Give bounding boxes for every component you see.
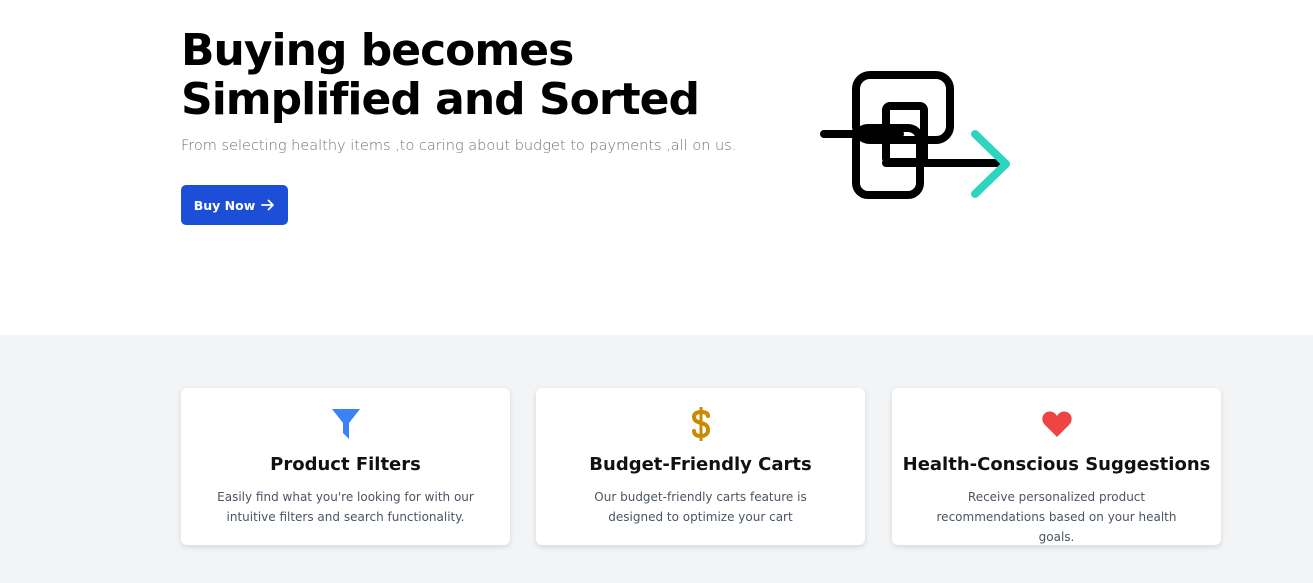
feature-card-product-filters: Product Filters Easily find what you're … [181, 388, 510, 545]
feature-card-budget-friendly-carts: Budget-Friendly Carts Our budget-friendl… [536, 388, 865, 545]
feature-description: Easily find what you're looking for with… [217, 490, 474, 524]
hero-section: Buying becomes Simplified and Sorted Fro… [0, 0, 1313, 335]
cart-arrow-logo-icon [818, 68, 1018, 208]
feature-description: Receive personalized product recommendat… [936, 490, 1177, 544]
feature-card-health-conscious-suggestions: Health-Conscious Suggestions Receive per… [892, 388, 1221, 545]
feature-title: Budget-Friendly Carts [589, 454, 812, 475]
heart-icon [892, 407, 1221, 441]
feature-description: Our budget-friendly carts feature is des… [594, 490, 807, 524]
dollar-icon [536, 407, 865, 441]
hero-title-line-2: Simplified and Sorted [181, 74, 700, 125]
features-section: Product Filters Easily find what you're … [0, 335, 1313, 583]
buy-now-label: Buy Now [193, 197, 256, 213]
hero-subtitle: From selecting healthy items ,to caring … [181, 138, 737, 154]
buy-now-button[interactable]: Buy Now [181, 185, 288, 225]
filter-icon [181, 407, 510, 441]
hero-title: Buying becomes Simplified and Sorted [181, 26, 741, 124]
feature-title: Health-Conscious Suggestions [902, 454, 1211, 475]
feature-title: Product Filters [270, 454, 421, 475]
hero-title-line-1: Buying becomes [181, 25, 574, 76]
arrow-right-icon [261, 199, 275, 211]
